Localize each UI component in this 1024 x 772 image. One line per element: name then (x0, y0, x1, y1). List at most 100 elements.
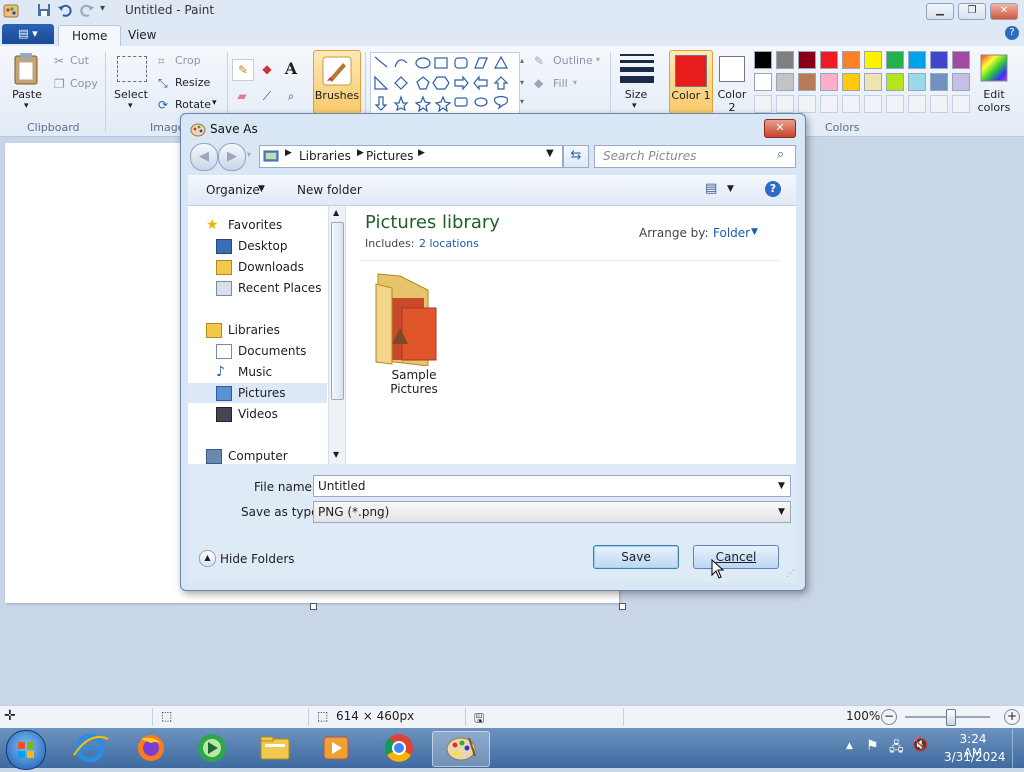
network-icon[interactable]: 🖧 (889, 738, 904, 760)
palette-empty-swatch[interactable] (886, 95, 904, 113)
view-options-icon[interactable]: ▤ (705, 181, 717, 196)
paint-app-icon[interactable] (3, 3, 19, 19)
save-button[interactable]: Save (593, 545, 679, 569)
file-name-dropdown-icon[interactable]: ▼ (778, 476, 785, 496)
cut-button[interactable]: Cut (70, 54, 89, 67)
tab-home[interactable]: Home (58, 25, 122, 47)
nav-pictures[interactable]: Pictures (188, 383, 327, 403)
select-button[interactable]: Select (113, 88, 149, 101)
palette-swatch[interactable] (798, 51, 816, 69)
edit-colors-icon[interactable] (980, 54, 1008, 82)
nav-scrollbar[interactable]: ▲ ▼ (328, 206, 345, 464)
file-name-input[interactable]: Untitled ▼ (313, 475, 791, 497)
view-dropdown-icon[interactable]: ▼ (727, 184, 734, 194)
zoom-slider-thumb[interactable] (946, 709, 956, 726)
search-icon[interactable]: ⌕ (777, 147, 784, 162)
fill-dropdown-icon[interactable]: ▾ (573, 78, 577, 87)
address-dropdown-icon[interactable]: ▼ (546, 148, 554, 159)
arrange-by-value[interactable]: Folder (713, 226, 750, 240)
new-folder-button[interactable]: New folder (297, 183, 362, 197)
volume-muted-icon[interactable]: 🔇 (912, 738, 928, 753)
text-tool-icon[interactable]: A (281, 59, 301, 79)
paste-icon[interactable] (12, 52, 42, 86)
minimize-button[interactable]: ▁ (926, 3, 954, 20)
palette-empty-swatch[interactable] (754, 95, 772, 113)
nav-computer[interactable]: Computer (188, 446, 326, 466)
save-as-type-dropdown-icon[interactable]: ▼ (778, 502, 785, 522)
palette-swatch[interactable] (820, 73, 838, 91)
includes-locations-link[interactable]: 2 locations (419, 237, 479, 250)
eraser-icon[interactable]: ▰ (232, 86, 252, 106)
brushes-button[interactable]: Brushes (313, 50, 361, 114)
file-explorer-icon[interactable] (253, 731, 297, 765)
palette-swatch[interactable] (842, 73, 860, 91)
edit-colors-button[interactable]: Edit colors (974, 88, 1014, 114)
paint-menu-button[interactable]: ▤ ▾ (2, 24, 54, 44)
palette-swatch[interactable] (952, 51, 970, 69)
paste-button[interactable]: Paste (12, 88, 42, 101)
cancel-button[interactable]: Cancel (693, 545, 779, 569)
palette-swatch[interactable] (864, 51, 882, 69)
internet-explorer-icon[interactable] (68, 731, 112, 765)
folder-sample-pictures[interactable]: Sample Pictures (366, 266, 462, 396)
zoom-out-button[interactable]: − (881, 709, 897, 725)
close-button[interactable]: ✕ (990, 3, 1018, 20)
address-bar[interactable]: ▶ Libraries ▶ Pictures ▶ ▼ (259, 145, 563, 168)
palette-empty-swatch[interactable] (908, 95, 926, 113)
tab-view[interactable]: View (115, 25, 169, 46)
organize-dropdown-icon[interactable]: ▼ (258, 184, 265, 194)
paste-dropdown-icon[interactable]: ▾ (24, 101, 29, 111)
help-icon[interactable]: ? (1005, 26, 1019, 40)
scroll-up-icon[interactable]: ▲ (333, 208, 339, 217)
color1-button[interactable]: Color 1 (669, 50, 713, 114)
clock-date[interactable]: 3/31/2024 (944, 750, 1006, 764)
nav-favorites[interactable]: ★ Favorites (188, 215, 326, 235)
palette-swatch[interactable] (754, 73, 772, 91)
action-center-flag-icon[interactable]: ⚑ (866, 738, 879, 754)
fill-button[interactable]: Fill (553, 77, 568, 90)
copy-button[interactable]: Copy (70, 77, 98, 90)
nav-videos[interactable]: Videos (198, 404, 336, 424)
pencil-icon[interactable]: ✎ (232, 59, 254, 81)
palette-swatch[interactable] (776, 51, 794, 69)
palette-swatch[interactable] (952, 73, 970, 91)
back-button[interactable]: ◀ (190, 143, 218, 171)
shapes-scroll-up-icon[interactable]: ▴ (520, 56, 524, 65)
color2-button[interactable]: Color 2 (714, 50, 750, 112)
nav-recent-places[interactable]: Recent Places (198, 278, 336, 298)
palette-empty-swatch[interactable] (930, 95, 948, 113)
show-hidden-icons-icon[interactable]: ▲ (846, 741, 853, 751)
color-picker-icon[interactable]: ⟋ (257, 86, 277, 106)
rotate-dropdown-icon[interactable]: ▾ (212, 98, 217, 108)
organize-button[interactable]: Organize (206, 183, 260, 197)
fill-bucket-icon[interactable]: ◆ (257, 59, 277, 79)
palette-swatch[interactable] (930, 51, 948, 69)
breadcrumb-chevron-icon[interactable]: ▶ (285, 148, 292, 158)
size-dropdown-icon[interactable]: ▾ (632, 101, 637, 111)
palette-empty-swatch[interactable] (842, 95, 860, 113)
palette-empty-swatch[interactable] (798, 95, 816, 113)
palette-swatch[interactable] (930, 73, 948, 91)
palette-swatch[interactable] (886, 51, 904, 69)
nav-downloads[interactable]: Downloads (198, 257, 336, 277)
chrome-icon[interactable] (377, 731, 421, 765)
dialog-close-button[interactable]: ✕ (764, 119, 796, 138)
palette-swatch[interactable] (908, 73, 926, 91)
dialog-help-icon[interactable]: ? (765, 181, 781, 197)
nav-documents[interactable]: Documents (198, 341, 336, 361)
select-dropdown-icon[interactable]: ▾ (128, 101, 133, 111)
customize-qat-icon[interactable]: ▾ (100, 3, 105, 14)
undo-icon[interactable] (57, 2, 73, 18)
media-center-icon[interactable] (190, 731, 234, 765)
redo-icon[interactable] (79, 2, 95, 18)
shapes-more-icon[interactable]: ▾ (520, 97, 524, 106)
outline-button[interactable]: Outline (553, 54, 593, 67)
palette-swatch[interactable] (776, 73, 794, 91)
shapes-scroll-down-icon[interactable]: ▾ (520, 78, 524, 87)
palette-empty-swatch[interactable] (776, 95, 794, 113)
nav-desktop[interactable]: Desktop (198, 236, 336, 256)
breadcrumb-libraries[interactable]: Libraries (299, 149, 351, 163)
scroll-down-icon[interactable]: ▼ (333, 450, 339, 459)
palette-empty-swatch[interactable] (864, 95, 882, 113)
save-icon[interactable] (36, 2, 52, 18)
